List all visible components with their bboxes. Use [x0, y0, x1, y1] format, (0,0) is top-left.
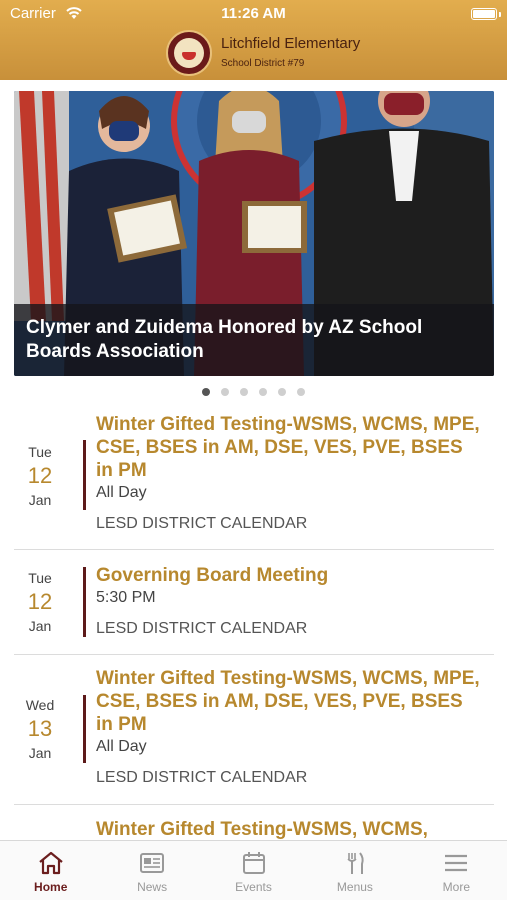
event-item[interactable]: Tue 12 Jan Governing Board Meeting 5:30 … [14, 550, 494, 655]
school-name: Litchfield Elementary [221, 35, 361, 52]
news-carousel[interactable]: Clymer and Zuidema Honored by AZ School … [14, 91, 494, 376]
carousel-dot[interactable] [297, 388, 305, 396]
tab-home[interactable]: Home [0, 841, 101, 900]
event-calendar: LESD DISTRICT CALENDAR [96, 620, 308, 637]
clock: 11:26 AM [221, 5, 286, 22]
school-logo [166, 30, 212, 76]
school-brand[interactable]: Litchfield Elementary School District #7… [166, 29, 360, 77]
battery-icon [471, 8, 497, 20]
event-title[interactable]: Winter Gifted Testing-WSMS, WCMS, MPE, C… [96, 667, 484, 736]
event-time: All Day [96, 738, 147, 755]
carousel-pagination[interactable] [0, 388, 507, 396]
app-header: Carrier 11:26 AM Litchfield Elementary S… [0, 0, 507, 80]
fork-knife-icon [347, 852, 364, 874]
event-divider [83, 695, 86, 763]
event-date: Tue 12 Jan [14, 442, 66, 510]
event-month: Jan [28, 618, 52, 634]
event-weekday: Tue [28, 570, 52, 586]
menu-icon [445, 854, 468, 872]
event-divider [83, 440, 86, 510]
tab-menus-label: Menus [336, 880, 373, 894]
status-bar: Carrier 11:26 AM [0, 5, 507, 23]
carousel-dot[interactable] [202, 388, 210, 396]
calendar-icon [242, 852, 265, 874]
event-time: 5:30 PM [96, 589, 156, 606]
tab-news[interactable]: News [101, 841, 202, 900]
tab-events-label: Events [235, 880, 272, 894]
battery-tip [499, 12, 501, 17]
carousel-dot[interactable] [278, 388, 286, 396]
carousel-dot[interactable] [240, 388, 248, 396]
home-icon [39, 851, 63, 875]
event-calendar: LESD DISTRICT CALENDAR [96, 769, 308, 786]
event-time: All Day [96, 484, 147, 501]
event-divider [83, 567, 86, 637]
event-day: 12 [27, 463, 53, 488]
event-item[interactable]: Tue 12 Jan Winter Gifted Testing-WSMS, W… [14, 405, 494, 550]
event-weekday: Tue [28, 444, 52, 460]
tab-more[interactable]: More [406, 841, 507, 900]
tab-menus[interactable]: Menus [304, 841, 405, 900]
event-month: Jan [28, 745, 52, 761]
tab-bar: Home News Events Menus More [0, 840, 507, 900]
carousel-dot[interactable] [221, 388, 229, 396]
tab-events[interactable]: Events [203, 841, 304, 900]
news-icon [140, 853, 165, 873]
event-day: 12 [27, 589, 53, 614]
event-weekday: Wed [25, 697, 55, 713]
event-item[interactable]: Wed 13 Jan Winter Gifted Testing-WSMS, W… [14, 655, 494, 805]
event-day: 13 [27, 716, 53, 741]
event-title[interactable]: Winter Gifted Testing-WSMS, WCMS, [96, 818, 484, 841]
district-name: School District #79 [221, 58, 305, 69]
carousel-dot[interactable] [259, 388, 267, 396]
event-calendar: LESD DISTRICT CALENDAR [96, 515, 308, 532]
event-title[interactable]: Winter Gifted Testing-WSMS, WCMS, MPE, C… [96, 413, 484, 482]
tab-more-label: More [442, 880, 470, 894]
carousel-caption[interactable]: Clymer and Zuidema Honored by AZ School … [14, 304, 494, 376]
tab-news-label: News [137, 880, 168, 894]
event-date: Wed 13 Jan [14, 695, 66, 763]
event-month: Jan [28, 492, 52, 508]
events-list: Tue 12 Jan Winter Gifted Testing-WSMS, W… [14, 405, 494, 845]
event-date: Tue 12 Jan [14, 568, 66, 636]
event-item[interactable]: Winter Gifted Testing-WSMS, WCMS, [14, 805, 494, 845]
event-title[interactable]: Governing Board Meeting [96, 564, 484, 587]
tab-home-label: Home [34, 880, 68, 894]
